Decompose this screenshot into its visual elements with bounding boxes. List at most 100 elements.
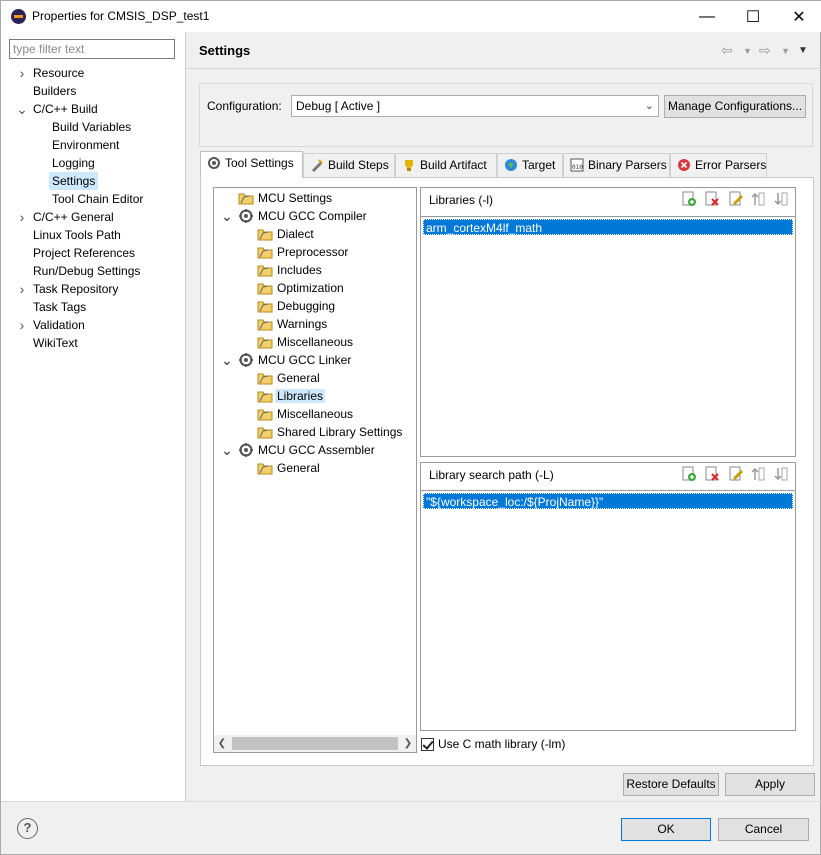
filter-input[interactable] xyxy=(9,39,175,59)
sidebar-item[interactable]: Environment xyxy=(52,136,119,154)
add-icon[interactable] xyxy=(681,191,697,207)
tree-item[interactable]: ⌄ MCU GCC Linker xyxy=(221,351,352,369)
move-up-icon[interactable] xyxy=(750,466,766,482)
tree-item-label: MCU Settings xyxy=(258,191,333,205)
tree-item[interactable]: ⌄ MCU GCC Compiler xyxy=(221,207,367,225)
list-item[interactable]: "${workspace_loc:/${ProjName}}" xyxy=(423,493,793,509)
search-path-list[interactable]: "${workspace_loc:/${ProjName}}" xyxy=(421,490,795,730)
chevron-down-icon[interactable]: ⌄ xyxy=(220,207,234,225)
tree-item[interactable]: Warnings xyxy=(257,315,328,333)
tab-tool-settings[interactable]: Tool Settings xyxy=(200,151,303,178)
move-down-icon[interactable] xyxy=(773,191,789,207)
configuration-value: Debug [ Active ] xyxy=(296,99,381,113)
gear-icon xyxy=(239,443,253,457)
cancel-button[interactable]: Cancel xyxy=(718,818,809,841)
back-menu-icon[interactable]: ▼ xyxy=(743,46,752,56)
folder-icon xyxy=(257,337,273,349)
apply-button[interactable]: Apply xyxy=(725,773,815,796)
tab-build-steps[interactable]: Build Steps xyxy=(303,153,395,177)
tree-item-label: Miscellaneous xyxy=(277,335,354,349)
tree-item-label: Warnings xyxy=(277,317,328,331)
search-path-toolbar xyxy=(681,466,791,484)
scroll-left-icon[interactable]: ❮ xyxy=(214,735,230,752)
chevron-down-icon[interactable]: ⌄ xyxy=(220,441,234,459)
sidebar-item[interactable]: Settings xyxy=(49,172,99,190)
delete-icon[interactable] xyxy=(704,191,720,207)
tree-item-label: Libraries xyxy=(275,389,326,403)
tree-item[interactable]: MCU Settings xyxy=(238,189,333,207)
search-path-panel: Library search path (-L) "${workspace_lo… xyxy=(420,462,796,731)
sidebar-item[interactable]: Logging xyxy=(52,154,95,172)
scroll-right-icon[interactable]: ❯ xyxy=(400,735,416,752)
move-up-icon[interactable] xyxy=(750,191,766,207)
sidebar-item[interactable]: WikiText xyxy=(33,334,78,352)
minimize-button[interactable]: — xyxy=(684,1,730,32)
chevron-right-icon[interactable]: › xyxy=(15,208,29,226)
use-math-library-label: Use C math library (-lm) xyxy=(438,737,566,751)
libraries-list[interactable]: arm_cortexM4lf_math xyxy=(421,216,795,456)
sidebar-item[interactable]: › C/C++ General xyxy=(20,208,114,226)
sidebar-item-label: Project References xyxy=(33,246,136,260)
tree-item[interactable]: Includes xyxy=(257,261,322,279)
scrollbar-thumb[interactable] xyxy=(232,737,398,750)
footer-divider xyxy=(1,801,821,802)
chevron-down-icon[interactable]: ⌄ xyxy=(15,100,29,118)
folder-icon xyxy=(257,283,273,295)
tree-item[interactable]: Debugging xyxy=(257,297,335,315)
tree-item[interactable]: General xyxy=(257,369,320,387)
chevron-right-icon[interactable]: › xyxy=(15,280,29,298)
page-title: Settings xyxy=(199,43,251,58)
tab-binary-parsers[interactable]: 010 Binary Parsers xyxy=(563,153,670,177)
chevron-right-icon[interactable]: › xyxy=(15,316,29,334)
sidebar-item[interactable]: › Validation xyxy=(20,316,85,334)
view-menu-icon[interactable]: ▼ xyxy=(798,45,808,56)
tree-item[interactable]: Dialect xyxy=(257,225,314,243)
eclipse-icon xyxy=(11,9,26,24)
tab-label: Binary Parsers xyxy=(588,158,667,172)
close-button[interactable]: ✕ xyxy=(776,1,821,32)
tree-item[interactable]: Optimization xyxy=(257,279,344,297)
sidebar-item[interactable]: Build Variables xyxy=(52,118,131,136)
sidebar-item[interactable]: Task Tags xyxy=(33,298,86,316)
back-arrow-icon[interactable]: ⇦ xyxy=(721,42,733,59)
sidebar-item[interactable]: Builders xyxy=(33,82,76,100)
forward-menu-icon[interactable]: ▼ xyxy=(781,46,790,56)
tab-target[interactable]: Target xyxy=(497,153,563,177)
tree-item[interactable]: Shared Library Settings xyxy=(257,423,402,441)
sidebar-item[interactable]: Tool Chain Editor xyxy=(52,190,143,208)
configuration-select[interactable]: Debug [ Active ] ⌄ xyxy=(291,95,659,117)
sidebar-item[interactable]: Run/Debug Settings xyxy=(33,262,140,280)
list-item[interactable]: arm_cortexM4lf_math xyxy=(423,219,793,235)
tree-item[interactable]: ⌄ MCU GCC Assembler xyxy=(221,441,375,459)
sidebar-item[interactable]: Project References xyxy=(33,244,135,262)
chevron-right-icon[interactable]: › xyxy=(15,64,29,82)
tab-error-parsers[interactable]: Error Parsers xyxy=(670,153,767,177)
manage-configurations-button[interactable]: Manage Configurations... xyxy=(664,95,806,118)
tree-item[interactable]: Miscellaneous xyxy=(257,405,353,423)
maximize-button[interactable]: ☐ xyxy=(730,1,776,32)
ok-button[interactable]: OK xyxy=(621,818,711,841)
add-icon[interactable] xyxy=(681,466,697,482)
tab-build-artifact[interactable]: Build Artifact xyxy=(395,153,497,177)
edit-icon[interactable] xyxy=(728,466,744,482)
sidebar-item-label: Linux Tools Path xyxy=(33,228,121,242)
tree-item-label: Includes xyxy=(277,263,322,277)
delete-icon[interactable] xyxy=(704,466,720,482)
sidebar-item[interactable]: › Resource xyxy=(20,64,85,82)
forward-arrow-icon[interactable]: ⇨ xyxy=(759,42,771,59)
restore-defaults-button[interactable]: Restore Defaults xyxy=(623,773,719,796)
tree-item[interactable]: Miscellaneous xyxy=(257,333,354,351)
tree-item[interactable]: Libraries xyxy=(257,387,326,405)
tree-item[interactable]: General xyxy=(257,459,320,477)
sidebar-item[interactable]: ⌄ C/C++ Build xyxy=(16,100,98,118)
use-math-library-checkbox[interactable] xyxy=(421,738,434,751)
help-icon[interactable]: ? xyxy=(17,818,38,839)
tree-item-label: MCU GCC Linker xyxy=(258,353,352,367)
sidebar-item[interactable]: Linux Tools Path xyxy=(33,226,121,244)
tree-horizontal-scrollbar[interactable]: ❮ ❯ xyxy=(214,735,416,752)
tree-item[interactable]: Preprocessor xyxy=(257,243,348,261)
sidebar-item[interactable]: › Task Repository xyxy=(20,280,119,298)
chevron-down-icon[interactable]: ⌄ xyxy=(220,351,234,369)
move-down-icon[interactable] xyxy=(773,466,789,482)
edit-icon[interactable] xyxy=(728,191,744,207)
